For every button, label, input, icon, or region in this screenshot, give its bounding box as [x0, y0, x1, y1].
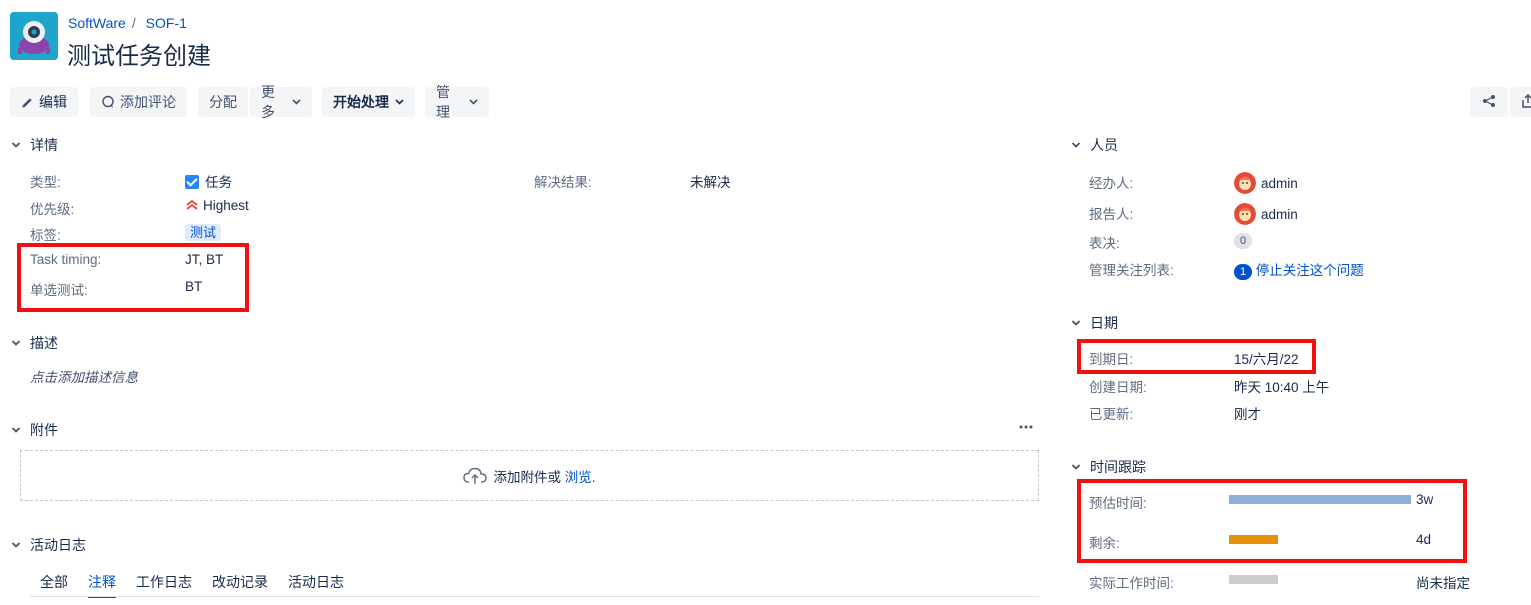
priority-value[interactable]: Highest	[185, 198, 249, 214]
chevron-down-icon	[10, 424, 22, 436]
edit-label: 编辑	[39, 94, 67, 110]
assignee-name: admin	[1261, 176, 1298, 191]
description-section-header[interactable]: 描述	[10, 333, 58, 353]
browse-link[interactable]: 浏览.	[565, 466, 596, 486]
start-progress-button[interactable]: 开始处理	[322, 87, 415, 117]
share-icon	[1482, 94, 1496, 111]
avatar	[1234, 172, 1256, 194]
assign-label: 分配	[209, 94, 237, 110]
created-label: 创建日期:	[1089, 380, 1147, 395]
highlight-box	[17, 243, 249, 312]
breadcrumb-separator: /	[131, 15, 136, 31]
comment-icon	[101, 95, 115, 109]
breadcrumb-project-link[interactable]: SoftWare	[68, 15, 126, 31]
admin-button[interactable]: 管理	[425, 84, 489, 120]
label-tag[interactable]: 测试	[185, 224, 222, 241]
labels-label: 标签:	[30, 228, 61, 243]
start-progress-label: 开始处理	[333, 94, 389, 110]
reporter-name: admin	[1261, 207, 1298, 222]
updated-value: 刚才	[1234, 407, 1261, 422]
dates-section-header[interactable]: 日期	[1070, 313, 1118, 333]
cloud-upload-icon	[463, 467, 488, 485]
breadcrumb-issue-link[interactable]: SOF-1	[146, 15, 187, 31]
dates-heading: 日期	[1090, 315, 1118, 331]
resolution-value: 未解决	[690, 175, 731, 190]
type-value-text: 任务	[205, 175, 232, 190]
description-heading: 描述	[30, 335, 58, 351]
reporter-label: 报告人:	[1089, 207, 1134, 222]
people-heading: 人员	[1090, 137, 1118, 153]
tab-comments[interactable]: 注释	[88, 572, 116, 598]
more-label: 更多	[261, 84, 275, 120]
task-icon	[185, 175, 199, 189]
chevron-down-icon	[1070, 317, 1082, 329]
chevron-down-icon	[10, 337, 22, 349]
time-tracking-section-header[interactable]: 时间跟踪	[1070, 457, 1146, 477]
votes-label: 表决:	[1089, 236, 1120, 251]
chevron-down-icon	[1070, 461, 1082, 473]
resolution-label: 解决结果:	[534, 175, 592, 190]
people-section-header[interactable]: 人员	[1070, 135, 1118, 155]
more-button[interactable]: 更多	[250, 84, 312, 120]
chevron-down-icon	[10, 139, 22, 151]
add-comment-button[interactable]: 添加评论	[90, 87, 187, 117]
attachments-section-header[interactable]: 附件	[10, 420, 58, 440]
chevron-down-icon	[10, 539, 22, 551]
chevron-down-icon	[292, 99, 301, 105]
watchers-count-badge[interactable]: 1	[1234, 264, 1252, 280]
breadcrumb: SoftWare / SOF-1	[68, 15, 187, 31]
logged-progress-bar	[1229, 575, 1278, 584]
pencil-icon	[21, 96, 34, 109]
created-value: 昨天 10:40 上午	[1234, 380, 1330, 395]
export-icon	[1521, 93, 1531, 111]
details-heading: 详情	[30, 137, 58, 153]
project-avatar[interactable]	[10, 12, 58, 60]
attachments-heading: 附件	[30, 422, 58, 438]
share-button[interactable]	[1470, 87, 1508, 117]
export-button[interactable]	[1510, 87, 1531, 117]
time-tracking-heading: 时间跟踪	[1090, 459, 1146, 475]
attachment-dropzone[interactable]: 添加附件或 浏览.	[20, 450, 1039, 501]
avatar	[1234, 203, 1256, 225]
highlight-box	[1077, 479, 1467, 563]
tab-work-log[interactable]: 工作日志	[136, 572, 192, 598]
reporter-value[interactable]: admin	[1234, 203, 1298, 225]
chevron-down-icon	[469, 99, 478, 105]
priority-value-text: Highest	[203, 198, 249, 213]
assignee-label: 经办人:	[1089, 176, 1134, 191]
activity-tabs: 全部 注释 工作日志 改动记录 活动日志	[40, 572, 344, 598]
logged-value: 尚未指定	[1416, 576, 1470, 591]
edit-button[interactable]: 编辑	[10, 87, 78, 117]
tab-history[interactable]: 改动记录	[212, 572, 268, 598]
add-comment-label: 添加评论	[120, 94, 176, 110]
more-options-icon[interactable]	[1017, 418, 1035, 436]
description-placeholder[interactable]: 点击添加描述信息	[30, 366, 138, 386]
priority-label: 优先级:	[30, 202, 75, 217]
priority-highest-icon	[185, 199, 199, 214]
logged-label: 实际工作时间:	[1089, 576, 1174, 591]
votes-badge: 0	[1234, 233, 1252, 249]
highlight-box	[1077, 339, 1316, 374]
chevron-down-icon	[395, 99, 404, 105]
type-value[interactable]: 任务	[185, 171, 232, 191]
assignee-value[interactable]: admin	[1234, 172, 1298, 194]
tab-activity[interactable]: 活动日志	[288, 572, 344, 598]
admin-label: 管理	[436, 84, 450, 120]
activity-heading: 活动日志	[30, 537, 86, 553]
tab-all[interactable]: 全部	[40, 572, 68, 598]
assign-button[interactable]: 分配	[198, 87, 248, 117]
votes-value[interactable]: 0	[1234, 232, 1252, 249]
details-section-header[interactable]: 详情	[10, 135, 58, 155]
activity-section-header[interactable]: 活动日志	[10, 535, 86, 555]
watchers-label: 管理关注列表:	[1089, 263, 1174, 278]
tab-divider	[30, 596, 1039, 597]
stop-watching-link[interactable]: 停止关注这个问题	[1256, 263, 1364, 278]
chevron-down-icon	[1070, 139, 1082, 151]
dropzone-text: 添加附件或	[493, 469, 561, 485]
type-label: 类型:	[30, 175, 61, 190]
watchers-value: 1 停止关注这个问题	[1234, 259, 1364, 280]
updated-label: 已更新:	[1089, 407, 1134, 422]
labels-value[interactable]: 测试	[185, 222, 222, 241]
page-title: 测试任务创建	[67, 43, 211, 70]
